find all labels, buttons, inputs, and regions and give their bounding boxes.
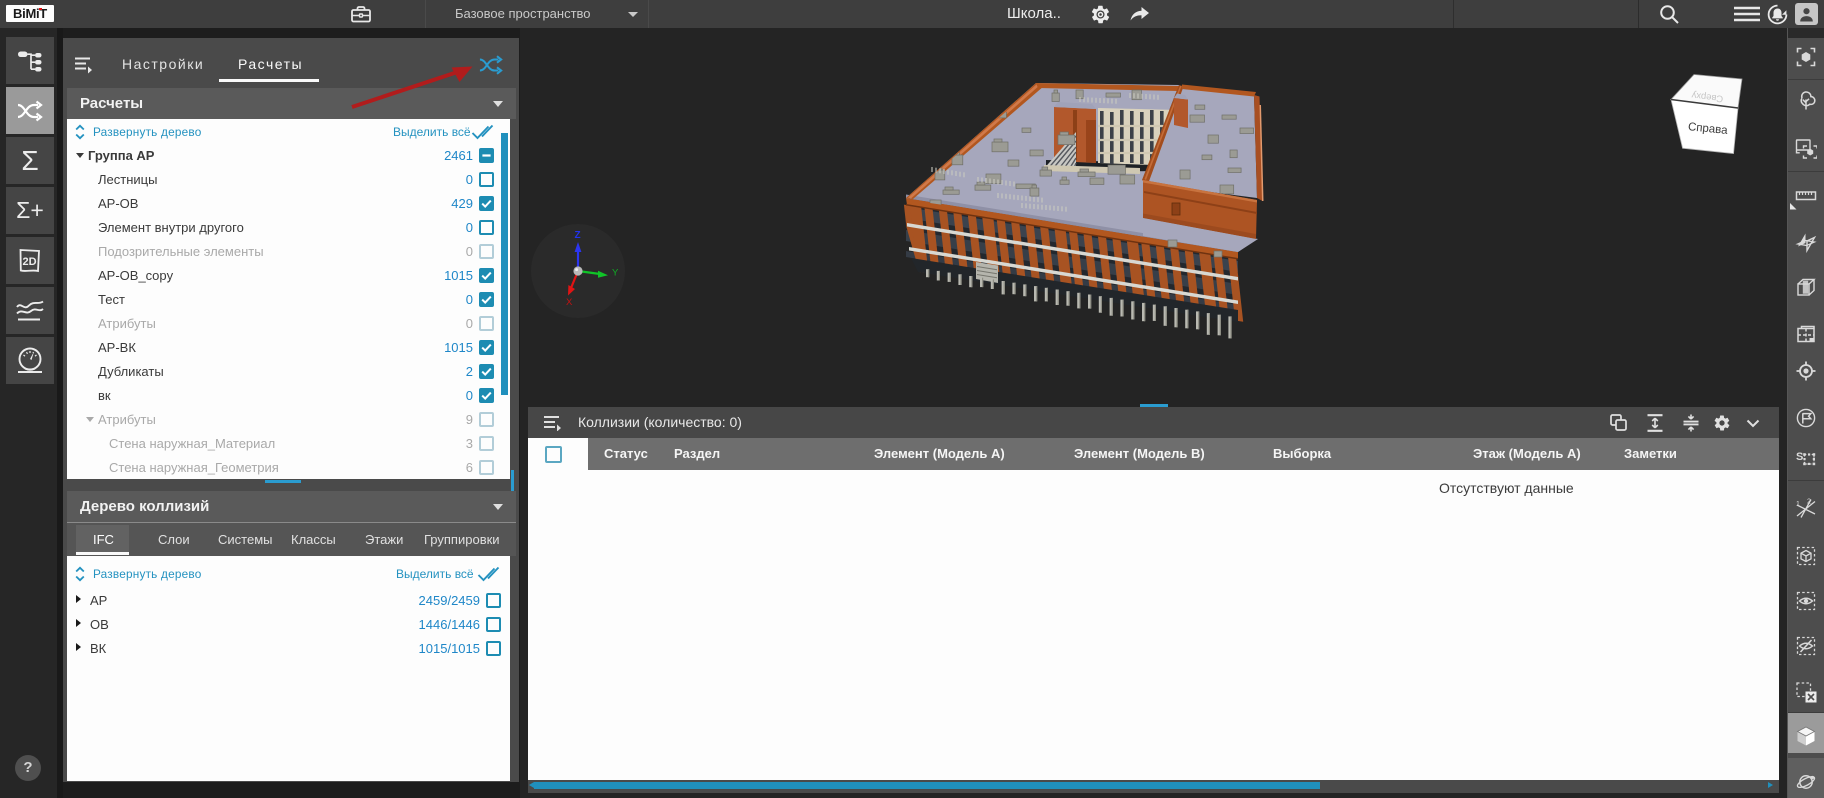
svg-text:2: 2 bbox=[1807, 499, 1811, 506]
svg-text:1: 1 bbox=[1796, 501, 1800, 508]
svg-text:X: X bbox=[566, 297, 573, 308]
svg-text:S: S bbox=[1796, 451, 1803, 463]
svg-text:Y: Y bbox=[612, 268, 619, 279]
svg-text:Z: Z bbox=[575, 230, 581, 241]
svg-text:2D: 2D bbox=[23, 256, 37, 268]
